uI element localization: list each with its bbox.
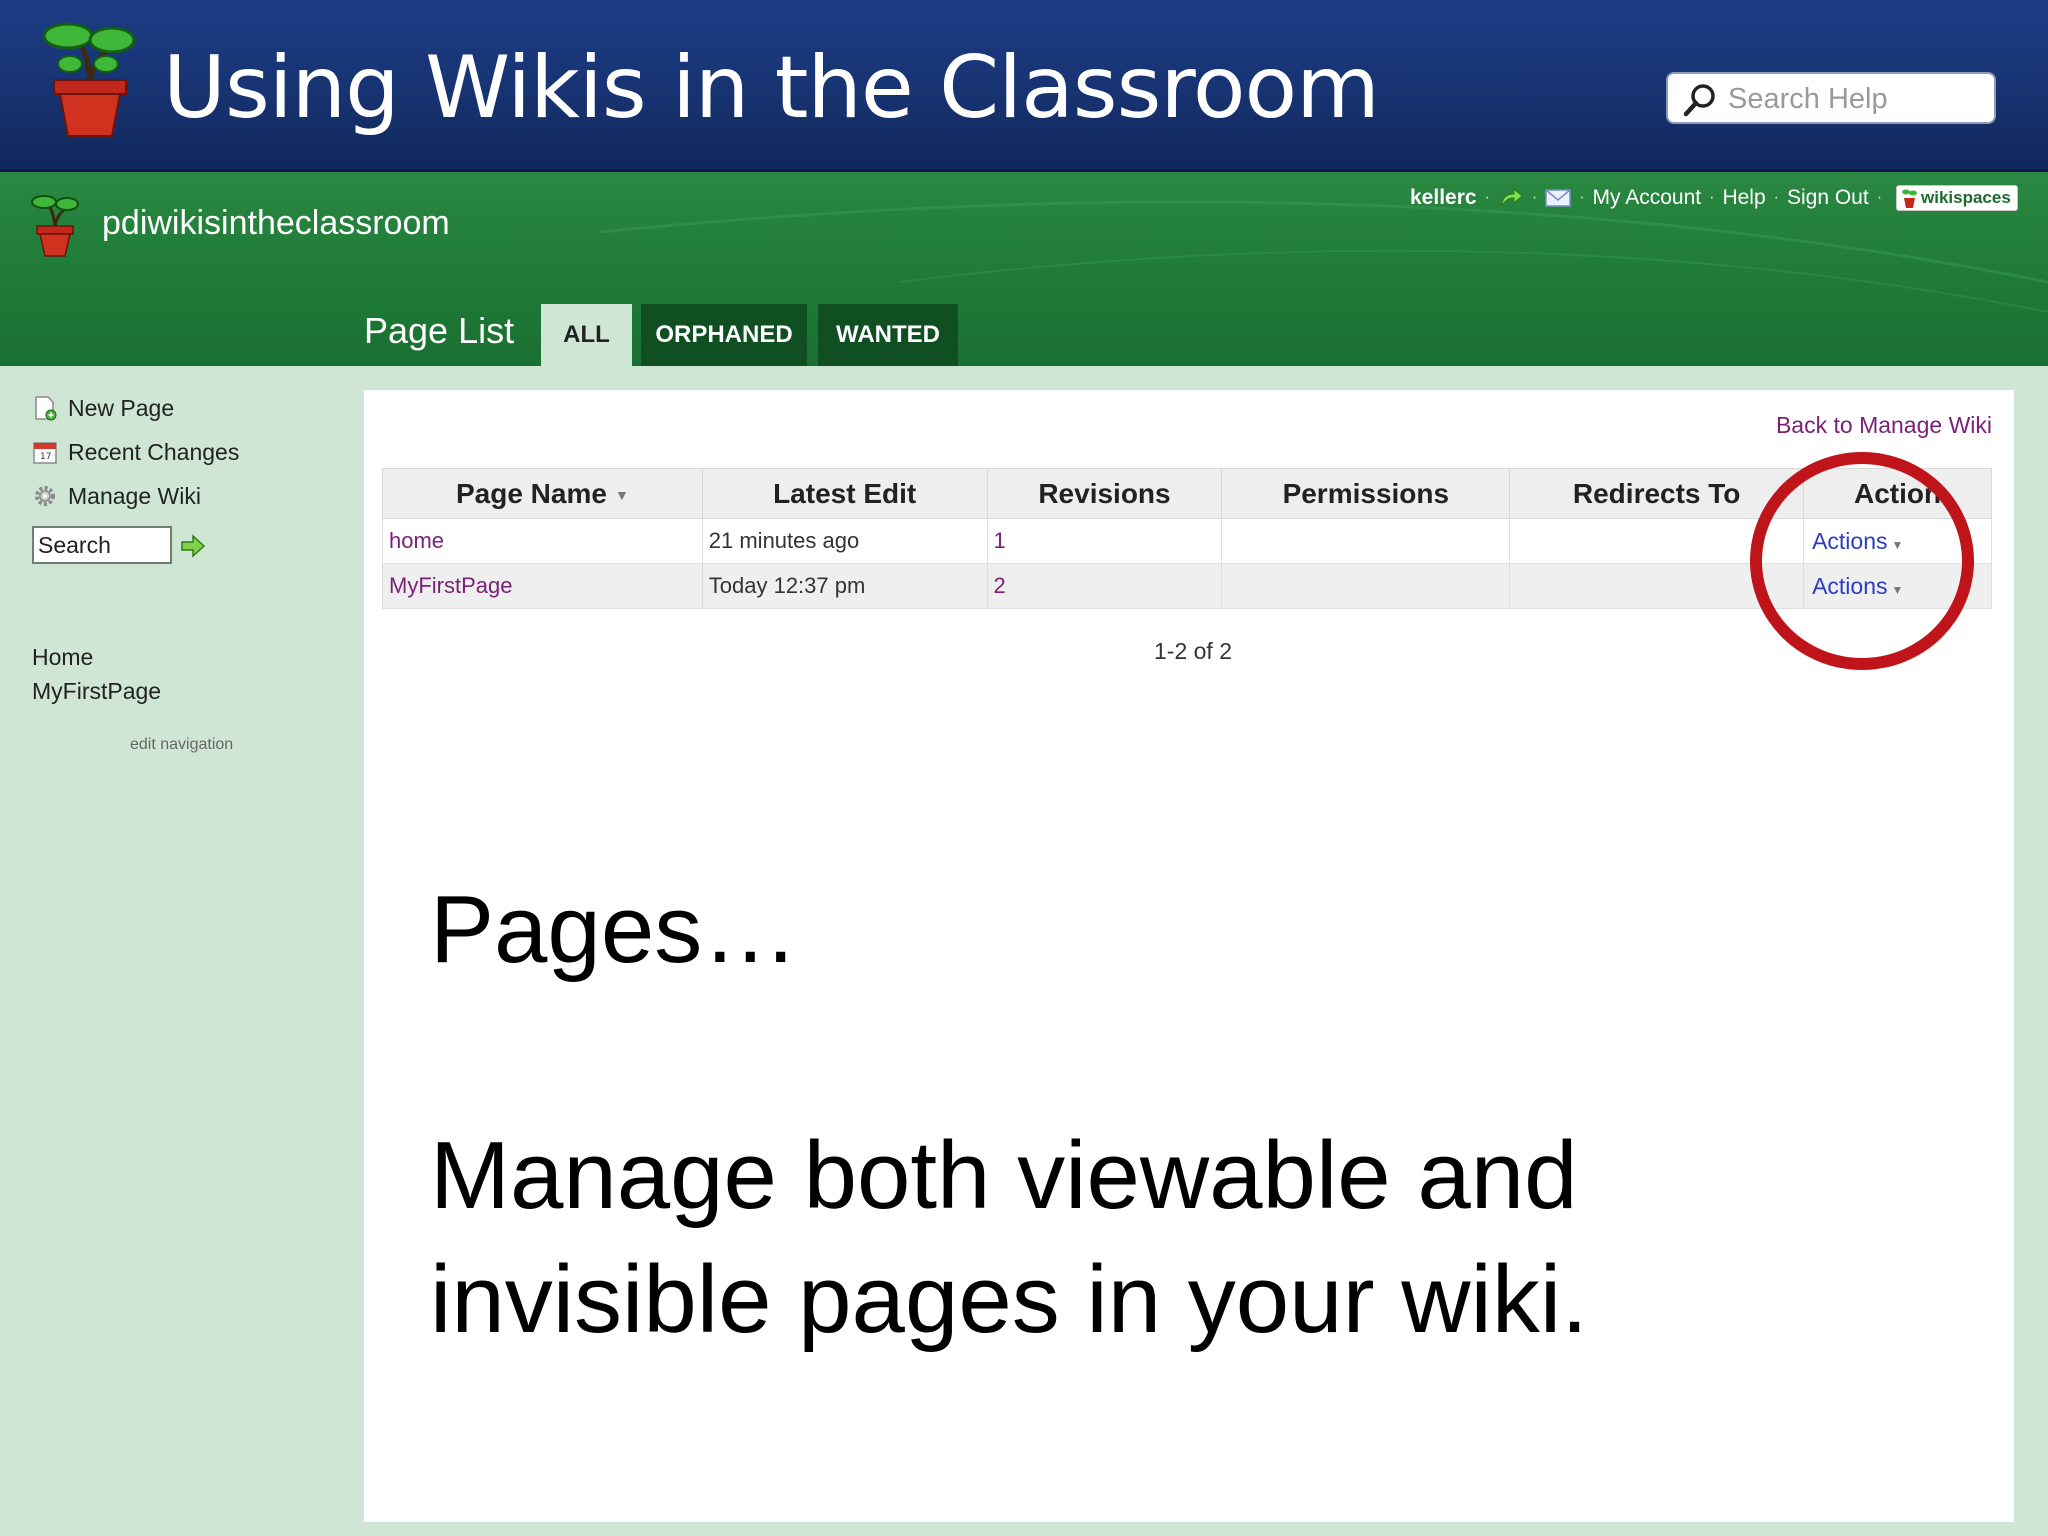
slide-header: Using Wikis in the Classroom [0,0,2048,172]
plant-pot-logo-icon [42,22,136,137]
sign-out-link[interactable]: Sign Out [1787,186,1869,210]
main-content: Back to Manage Wiki Page Name ▼ Latest Ed… [364,390,2014,1522]
tab-orphaned[interactable]: ORPHANED [641,304,807,366]
wikispaces-badge[interactable]: wikispaces [1896,185,2018,211]
separator: · [1876,189,1883,206]
mail-icon[interactable] [1545,188,1571,208]
wikispaces-logo-icon [1902,189,1918,208]
page-list-table: Page Name ▼ Latest Edit Revisions Permiss… [382,468,1992,609]
new-page-icon [35,396,57,421]
sidebar: New Page 17 Recent Changes Manage Wiki H… [0,366,362,1536]
svg-text:17: 17 [40,452,51,462]
page-link[interactable]: MyFirstPage [389,573,512,598]
sidebar-item-new-page[interactable]: New Page [32,390,174,426]
wiki-plant-logo-icon [31,195,79,257]
help-search-box[interactable] [1666,72,1996,124]
highlight-circle-annotation [1750,452,1974,670]
cell-latest-edit: Today 12:37 pm [701,563,988,609]
slide-title: Using Wikis in the Classroom [163,38,1380,138]
help-search-input[interactable] [1728,80,1983,118]
cell-page-name: home [382,518,703,564]
separator: · [1709,189,1715,206]
nav-link-myfirstpage[interactable]: MyFirstPage [32,678,161,705]
separator: · [1531,189,1538,206]
revisions-link[interactable]: 2 [994,573,1006,598]
column-header-redirects-to[interactable]: Redirects To [1509,468,1805,519]
separator: · [1773,189,1779,206]
sidebar-item-label: New Page [68,394,175,421]
calendar-icon: 17 [33,442,57,464]
page-title: Page List [364,310,515,351]
search-go-arrow-icon[interactable] [180,534,206,558]
cell-permissions [1221,563,1511,609]
cell-latest-edit: 21 minutes ago [701,518,988,564]
back-to-manage-wiki-link[interactable]: Back to Manage Wiki [1776,412,1992,439]
sidebar-search-input[interactable] [32,526,172,564]
gear-icon [35,486,55,506]
column-header-page-name[interactable]: Page Name ▼ [382,468,703,519]
sidebar-item-manage-wiki[interactable]: Manage Wiki [32,478,201,514]
revisions-link[interactable]: 1 [994,528,1006,553]
page-link[interactable]: home [389,528,444,553]
wiki-header: pdiwikisintheclassroom kellerc · · · My … [0,172,2048,366]
edit-navigation-link[interactable]: edit navigation [130,736,233,754]
tab-all[interactable]: ALL [541,304,632,366]
cell-page-name: MyFirstPage [382,563,703,609]
tab-wanted[interactable]: WANTED [818,304,958,366]
sidebar-item-label: Manage Wiki [68,482,201,509]
cell-revisions: 1 [986,518,1223,564]
wiki-name[interactable]: pdiwikisintheclassroom [102,204,450,243]
caption-body: Manage both viewable and invisible pages… [430,1122,1588,1353]
separator: · [1579,189,1585,206]
column-header-label: Page Name [455,477,607,509]
username-link[interactable]: kellerc [1410,186,1477,210]
sidebar-item-recent-changes[interactable]: 17 Recent Changes [32,434,239,470]
user-toolbar: kellerc · · · My Account · Help · Sign O… [1410,180,2018,216]
sidebar-item-label: Recent Changes [68,438,240,465]
wikispaces-label: wikispaces [1921,188,2011,207]
column-header-latest-edit[interactable]: Latest Edit [701,468,988,519]
cell-permissions [1221,518,1511,564]
pagination-info: 1-2 of 2 [1154,638,1232,664]
share-arrow-icon[interactable] [1498,186,1524,210]
help-link[interactable]: Help [1722,186,1765,210]
column-header-revisions[interactable]: Revisions [986,468,1223,519]
cell-revisions: 2 [986,563,1223,609]
sort-down-icon: ▼ [614,487,629,504]
search-icon [1683,84,1715,117]
nav-link-home[interactable]: Home [32,644,93,671]
table-header-row: Page Name ▼ Latest Edit Revisions Permiss… [382,468,1992,519]
my-account-link[interactable]: My Account [1593,186,1702,210]
separator: · [1484,189,1490,206]
caption-heading: Pages… [430,876,799,983]
column-header-permissions[interactable]: Permissions [1221,468,1511,519]
